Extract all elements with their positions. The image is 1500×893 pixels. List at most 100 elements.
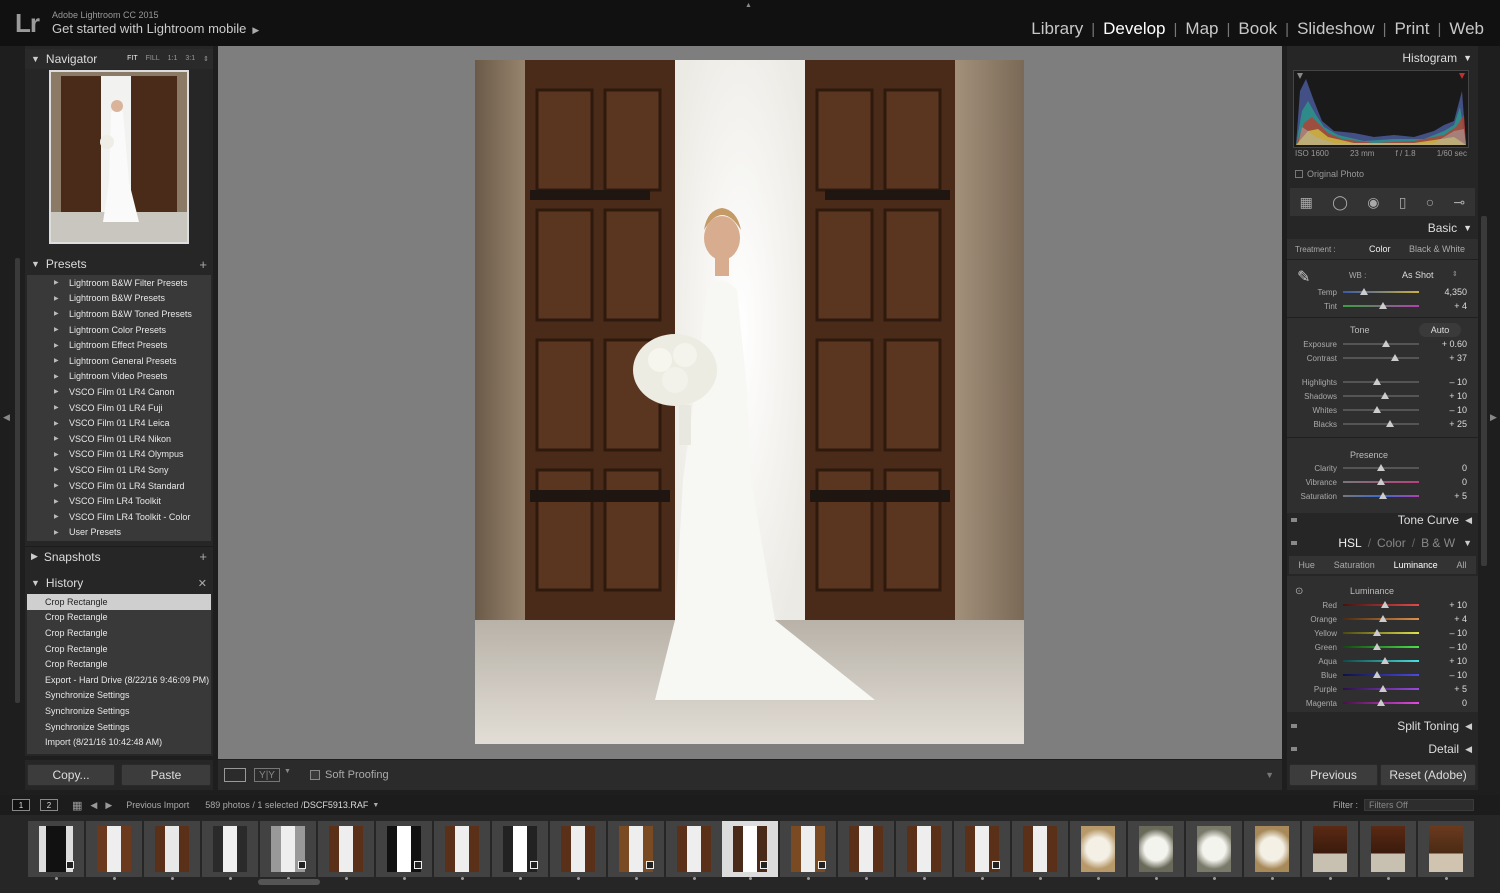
- filmstrip-thumb[interactable]: [376, 821, 432, 880]
- filmstrip-thumb[interactable]: [896, 821, 952, 880]
- hsl-green-track[interactable]: [1343, 643, 1419, 650]
- saturation-value[interactable]: + 5: [1419, 491, 1467, 501]
- saturation-knob[interactable]: [1378, 492, 1387, 499]
- graduated-filter-icon[interactable]: ▯: [1399, 194, 1407, 211]
- filmstrip-thumb[interactable]: [202, 821, 258, 880]
- clarity-track[interactable]: [1343, 464, 1419, 471]
- detail-header[interactable]: Detail ◀: [1287, 739, 1478, 759]
- hsl-header[interactable]: HSL / Color / B & W ▼: [1287, 533, 1478, 553]
- auto-tone-button[interactable]: Auto: [1419, 323, 1461, 337]
- module-develop[interactable]: Develop: [1095, 19, 1173, 39]
- filter-select[interactable]: Filters Off: [1364, 799, 1474, 811]
- zoom-fill[interactable]: FILL: [146, 55, 160, 63]
- hsl-red-knob[interactable]: [1380, 601, 1389, 608]
- whites-value[interactable]: – 10: [1419, 405, 1467, 415]
- hsl-red-track[interactable]: [1343, 601, 1419, 608]
- forward-arrow-icon[interactable]: ▶: [105, 800, 112, 811]
- blacks-knob[interactable]: [1386, 420, 1395, 427]
- filmstrip-thumb-selected[interactable]: [722, 821, 778, 880]
- history-step[interactable]: Import (8/21/16 10:42:48 AM): [27, 734, 211, 750]
- vibrance-value[interactable]: 0: [1419, 477, 1467, 487]
- hsl-magenta-knob[interactable]: [1377, 699, 1385, 706]
- wb-menu-icon[interactable]: ⇕: [1452, 270, 1458, 278]
- preset-folder[interactable]: ▶ Lightroom B&W Filter Presets: [27, 275, 211, 291]
- highlights-knob[interactable]: [1373, 378, 1382, 385]
- original-photo-toggle[interactable]: Original Photo: [1295, 169, 1364, 179]
- filmstrip-thumb[interactable]: [608, 821, 664, 880]
- highlight-clipping-icon[interactable]: [1459, 73, 1465, 79]
- hsl-yellow-value[interactable]: – 10: [1419, 628, 1467, 638]
- whites-track[interactable]: [1343, 406, 1419, 413]
- radial-filter-icon[interactable]: ○: [1426, 194, 1434, 210]
- module-map[interactable]: Map: [1177, 19, 1226, 39]
- back-arrow-icon[interactable]: ◀: [90, 800, 97, 811]
- hsl-magenta-slider[interactable]: Magenta 0: [1287, 696, 1478, 710]
- filename[interactable]: DSCF5913.RAF: [303, 800, 368, 810]
- red-eye-icon[interactable]: ◉: [1367, 194, 1379, 211]
- previous-button[interactable]: Previous: [1289, 764, 1378, 786]
- filename-menu-icon[interactable]: ▼: [372, 802, 379, 809]
- temp-track[interactable]: [1343, 288, 1419, 295]
- highlights-track[interactable]: [1343, 378, 1419, 385]
- highlights-slider[interactable]: Highlights – 10: [1287, 375, 1478, 389]
- add-snapshot-icon[interactable]: +: [199, 549, 213, 564]
- hsl-red-value[interactable]: + 10: [1419, 600, 1467, 610]
- filmstrip-thumb[interactable]: [86, 821, 142, 880]
- hsl-green-value[interactable]: – 10: [1419, 642, 1467, 652]
- preset-folder[interactable]: ▶ Lightroom Color Presets: [27, 322, 211, 338]
- color-tab[interactable]: Color: [1377, 536, 1406, 550]
- hsl-orange-knob[interactable]: [1378, 615, 1387, 622]
- hsl-orange-value[interactable]: + 4: [1419, 614, 1467, 624]
- collapse-right-arrow-icon[interactable]: ▶: [1490, 412, 1497, 423]
- preset-folder[interactable]: ▶ VSCO Film LR4 Toolkit: [27, 493, 211, 509]
- filmstrip-thumb[interactable]: [28, 821, 84, 880]
- hsl-purple-value[interactable]: + 5: [1419, 684, 1467, 694]
- filmstrip-thumb[interactable]: [954, 821, 1010, 880]
- vibrance-slider[interactable]: Vibrance 0: [1287, 475, 1478, 489]
- hsl-orange-slider[interactable]: Orange + 4: [1287, 612, 1478, 626]
- before-after-menu-icon[interactable]: ▼: [284, 768, 291, 775]
- before-after-icon[interactable]: Y|Y: [254, 768, 280, 782]
- clarity-slider[interactable]: Clarity 0: [1287, 461, 1478, 475]
- toolbar-menu-icon[interactable]: ▼: [1265, 770, 1274, 780]
- preset-folder[interactable]: ▶ Lightroom B&W Presets: [27, 291, 211, 307]
- filmstrip-thumb[interactable]: [492, 821, 548, 880]
- preset-folder[interactable]: ▶ Lightroom Effect Presets: [27, 337, 211, 353]
- whites-slider[interactable]: Whites – 10: [1287, 403, 1478, 417]
- preset-folder[interactable]: ▶ Lightroom Video Presets: [27, 369, 211, 385]
- history-step[interactable]: Synchronize Settings: [27, 719, 211, 735]
- exposure-knob[interactable]: [1381, 340, 1390, 347]
- saturation-track[interactable]: [1343, 492, 1419, 499]
- hsl-purple-slider[interactable]: Purple + 5: [1287, 682, 1478, 696]
- filmstrip-thumb[interactable]: [780, 821, 836, 880]
- mobile-prompt[interactable]: Get started with Lightroom mobile ▶: [52, 21, 259, 36]
- filmstrip-thumb[interactable]: [1128, 821, 1184, 880]
- hsl-tab[interactable]: HSL: [1338, 536, 1361, 550]
- filmstrip-thumb[interactable]: [1360, 821, 1416, 880]
- contrast-track[interactable]: [1343, 354, 1419, 361]
- vibrance-knob[interactable]: [1377, 478, 1385, 485]
- hsl-purple-knob[interactable]: [1378, 685, 1387, 692]
- history-step[interactable]: Crop Rectangle: [27, 641, 211, 657]
- right-panel-scrollbar[interactable]: [1481, 216, 1487, 566]
- shadows-knob[interactable]: [1380, 392, 1389, 399]
- treatment-color[interactable]: Color: [1369, 244, 1391, 254]
- hue-subtab[interactable]: Hue: [1298, 560, 1315, 570]
- paste-button[interactable]: Paste: [121, 764, 211, 786]
- reset-button[interactable]: Reset (Adobe): [1380, 764, 1476, 786]
- shadows-slider[interactable]: Shadows + 10: [1287, 389, 1478, 403]
- filmstrip-scrollbar[interactable]: [258, 879, 320, 885]
- filmstrip-thumb[interactable]: [434, 821, 490, 880]
- filmstrip-thumb[interactable]: [1070, 821, 1126, 880]
- filmstrip-thumb[interactable]: [1418, 821, 1474, 880]
- preset-folder[interactable]: ▶ VSCO Film 01 LR4 Nikon: [27, 431, 211, 447]
- left-panel-scrollbar[interactable]: [15, 258, 20, 703]
- collapse-top-arrow-icon[interactable]: ▲: [745, 2, 752, 9]
- module-slideshow[interactable]: Slideshow: [1289, 19, 1383, 39]
- hsl-magenta-track[interactable]: [1343, 699, 1419, 706]
- tint-track[interactable]: [1343, 302, 1419, 309]
- module-book[interactable]: Book: [1230, 19, 1285, 39]
- vibrance-track[interactable]: [1343, 478, 1419, 485]
- tint-slider[interactable]: Tint + 4: [1287, 299, 1478, 313]
- add-preset-icon[interactable]: +: [199, 257, 213, 272]
